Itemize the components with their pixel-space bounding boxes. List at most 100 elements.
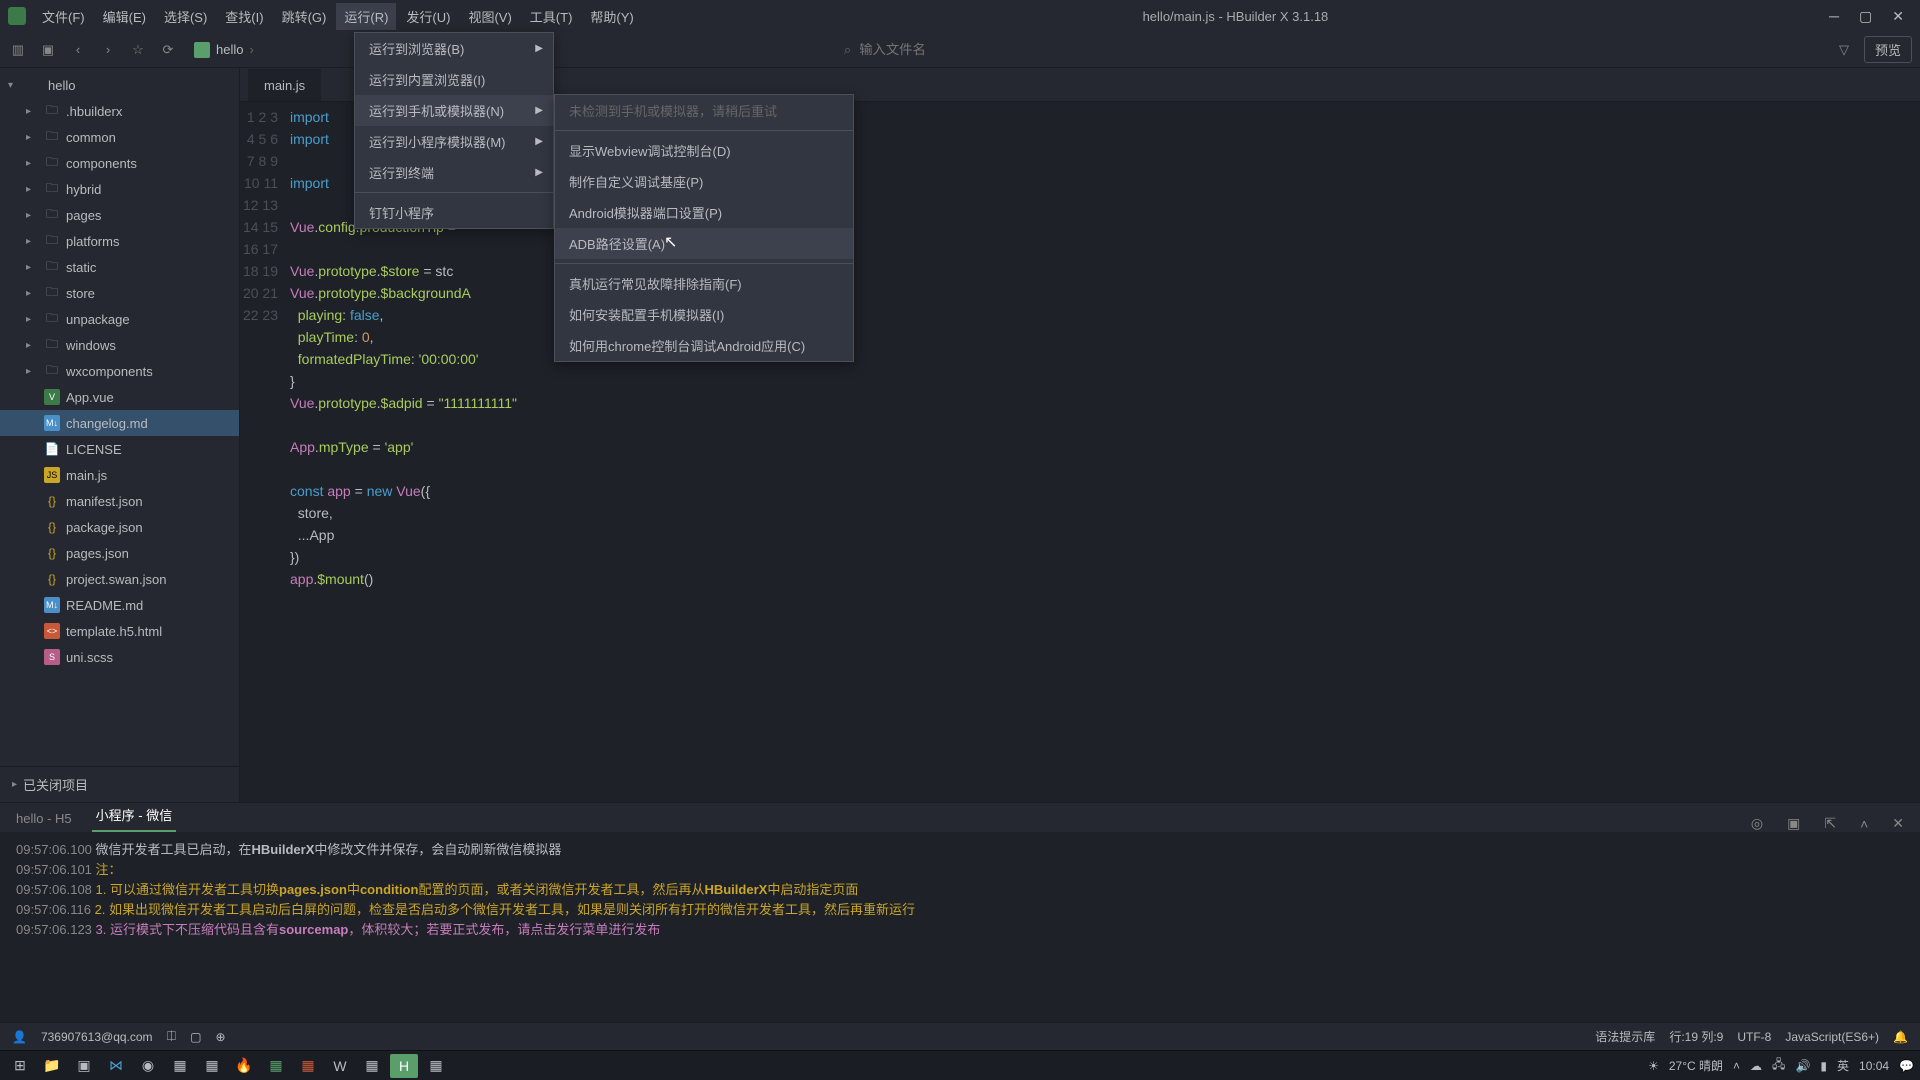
app-icon[interactable]: ▦ xyxy=(166,1054,194,1078)
tree-item[interactable]: ▸🗀windows xyxy=(0,332,239,358)
menu-9[interactable]: 帮助(Y) xyxy=(582,3,641,30)
tree-item[interactable]: ▸🗀platforms xyxy=(0,228,239,254)
app-icon-6[interactable]: ▦ xyxy=(358,1054,386,1078)
user-email[interactable]: 736907613@qq.com xyxy=(41,1030,153,1044)
menu-item[interactable]: 钉钉小程序 xyxy=(355,197,553,228)
tree-item[interactable]: {}package.json xyxy=(0,514,239,540)
tree-item[interactable]: JSmain.js xyxy=(0,462,239,488)
menu-item[interactable]: 运行到浏览器(B)▶ xyxy=(355,33,553,64)
battery-icon[interactable]: ▮ xyxy=(1820,1059,1827,1073)
menu-4[interactable]: 跳转(G) xyxy=(274,3,335,30)
weather-icon[interactable]: ☀ xyxy=(1648,1059,1659,1073)
bell-icon[interactable]: 🔔 xyxy=(1893,1030,1908,1044)
app-icon-4[interactable]: ▦ xyxy=(294,1054,322,1078)
app-icon-5[interactable]: W xyxy=(326,1054,354,1078)
language-mode[interactable]: JavaScript(ES6+) xyxy=(1785,1030,1879,1044)
onedrive-icon[interactable]: ☁ xyxy=(1750,1059,1762,1073)
tree-item[interactable]: ▸🗀wxcomponents xyxy=(0,358,239,384)
syntax-lib[interactable]: 语法提示库 xyxy=(1595,1028,1655,1045)
menu-6[interactable]: 发行(U) xyxy=(398,3,458,30)
indent-icon[interactable]: ⎅ xyxy=(167,1029,177,1044)
tree-item[interactable]: M↓changelog.md xyxy=(0,410,239,436)
tree-item[interactable]: ▸🗀.hbuilderx xyxy=(0,98,239,124)
menu-2[interactable]: 选择(S) xyxy=(156,3,215,30)
pop-out-icon[interactable]: ⇱ xyxy=(1820,815,1840,832)
notifications-icon[interactable]: 💬 xyxy=(1899,1059,1914,1073)
chrome-icon[interactable]: ◉ xyxy=(134,1054,162,1078)
tree-item[interactable]: Suni.scss xyxy=(0,644,239,670)
tree-item[interactable]: ▸🗀components xyxy=(0,150,239,176)
ime-indicator[interactable]: 英 xyxy=(1837,1057,1849,1074)
target-icon[interactable]: ◎ xyxy=(1747,815,1767,832)
wechat-devtools-icon[interactable]: ▦ xyxy=(422,1054,450,1078)
globe-icon[interactable]: ⊕ xyxy=(216,1030,226,1044)
menu-3[interactable]: 查找(I) xyxy=(217,3,271,30)
collapse-icon[interactable]: ˄ xyxy=(1856,816,1872,832)
tree-item[interactable]: <>template.h5.html xyxy=(0,618,239,644)
back-icon[interactable]: ‹ xyxy=(68,40,88,60)
menu-item[interactable]: 如何安装配置手机模拟器(I) xyxy=(555,299,853,330)
menu-item[interactable]: ADB路径设置(A) xyxy=(555,228,853,259)
tree-item[interactable]: ▸🗀store xyxy=(0,280,239,306)
close-button[interactable]: ✕ xyxy=(1892,8,1904,25)
explorer-icon[interactable]: 📁 xyxy=(38,1054,66,1078)
tree-item[interactable]: VApp.vue xyxy=(0,384,239,410)
refresh-icon[interactable]: ⟳ xyxy=(158,40,178,60)
menu-item[interactable]: 运行到内置浏览器(I) xyxy=(355,64,553,95)
menu-item[interactable]: 制作自定义调试基座(P) xyxy=(555,166,853,197)
maximize-button[interactable]: ▢ xyxy=(1859,8,1872,25)
stop-icon[interactable]: ▣ xyxy=(1783,815,1804,832)
app-icon-2[interactable]: ▦ xyxy=(198,1054,226,1078)
volume-icon[interactable]: 🔊 xyxy=(1795,1059,1810,1073)
menu-item[interactable]: 真机运行常见故障排除指南(F) xyxy=(555,268,853,299)
menu-item[interactable]: 运行到小程序模拟器(M)▶ xyxy=(355,126,553,157)
encoding[interactable]: UTF-8 xyxy=(1737,1030,1771,1044)
app-icon-3[interactable]: ▦ xyxy=(262,1054,290,1078)
save-icon[interactable]: ▣ xyxy=(38,40,58,60)
menu-0[interactable]: 文件(F) xyxy=(34,3,93,30)
menu-item[interactable]: Android模拟器端口设置(P) xyxy=(555,197,853,228)
tree-item[interactable]: ▾hello xyxy=(0,72,239,98)
tree-item[interactable]: ▸🗀static xyxy=(0,254,239,280)
preview-button[interactable]: 预览 xyxy=(1864,36,1912,63)
console[interactable]: 09:57:06.100 微信开发者工具已启动，在HBuilderX中修改文件并… xyxy=(0,832,1920,1022)
weather-text[interactable]: 27°C 晴朗 xyxy=(1669,1057,1723,1074)
network-icon[interactable]: 🖧 xyxy=(1772,1055,1785,1076)
forward-icon[interactable]: › xyxy=(98,40,118,60)
terminal-icon[interactable]: ▢ xyxy=(190,1030,201,1044)
menu-1[interactable]: 编辑(E) xyxy=(95,3,154,30)
minimize-button[interactable]: ─ xyxy=(1829,8,1839,25)
menu-8[interactable]: 工具(T) xyxy=(522,3,581,30)
close-panel-icon[interactable]: ✕ xyxy=(1888,815,1908,832)
tree-item[interactable]: ▸🗀unpackage xyxy=(0,306,239,332)
cursor-position[interactable]: 行:19 列:9 xyxy=(1669,1028,1723,1045)
tray-chevron-icon[interactable]: ˄ xyxy=(1733,1059,1740,1073)
tree-item[interactable]: ▸🗀common xyxy=(0,124,239,150)
menu-item[interactable]: 运行到手机或模拟器(N)▶ xyxy=(355,95,553,126)
tab-miniprogram-wechat[interactable]: 小程序 - 微信 xyxy=(92,799,177,832)
tree-item[interactable]: ▸🗀pages xyxy=(0,202,239,228)
hbuilder-icon[interactable]: H xyxy=(390,1054,418,1078)
tree-item[interactable]: ▸🗀hybrid xyxy=(0,176,239,202)
tab-main-js[interactable]: main.js xyxy=(248,69,321,101)
menu-item[interactable]: 运行到终端▶ xyxy=(355,157,553,188)
search-input[interactable] xyxy=(859,42,1159,57)
tree-item[interactable]: 📄LICENSE xyxy=(0,436,239,462)
start-button[interactable]: ⊞ xyxy=(6,1054,34,1078)
closed-projects[interactable]: ▸ 已关闭项目 xyxy=(0,766,239,802)
terminal-app-icon[interactable]: ▣ xyxy=(70,1054,98,1078)
tree-item[interactable]: M↓README.md xyxy=(0,592,239,618)
breadcrumb[interactable]: hello › xyxy=(194,42,254,58)
tree-item[interactable]: {}project.swan.json xyxy=(0,566,239,592)
firefox-icon[interactable]: 🔥 xyxy=(230,1054,258,1078)
menu-7[interactable]: 视图(V) xyxy=(460,3,519,30)
vscode-icon[interactable]: ⋈ xyxy=(102,1054,130,1078)
menu-5[interactable]: 运行(R) xyxy=(336,3,396,30)
tab-hello-h5[interactable]: hello - H5 xyxy=(12,805,76,832)
menu-item[interactable]: 如何用chrome控制台调试Android应用(C) xyxy=(555,330,853,361)
star-icon[interactable]: ☆ xyxy=(128,40,148,60)
menu-item[interactable]: 显示Webview调试控制台(D) xyxy=(555,135,853,166)
new-file-icon[interactable]: ▥ xyxy=(8,40,28,60)
tree-item[interactable]: {}pages.json xyxy=(0,540,239,566)
filter-icon[interactable]: ▽ xyxy=(1834,40,1854,60)
